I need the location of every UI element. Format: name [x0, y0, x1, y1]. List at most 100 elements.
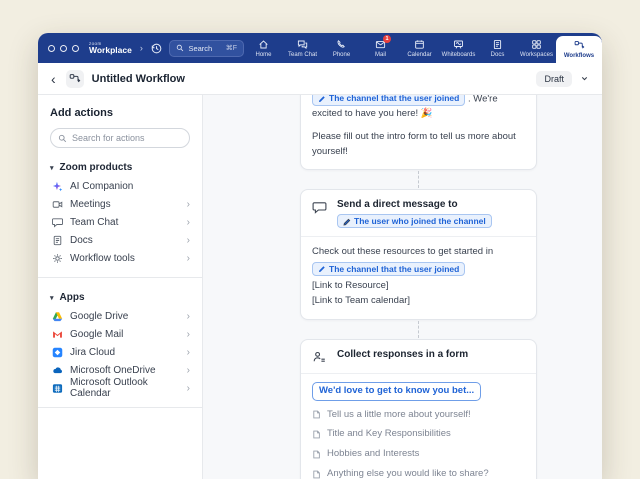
- whiteboard-icon: [453, 39, 464, 50]
- chevron-right-icon: ›: [187, 199, 190, 210]
- sidebar-title: Add actions: [50, 107, 190, 119]
- workflow-header: ‹ Untitled Workflow Draft: [38, 63, 602, 95]
- form-person-icon: [312, 350, 327, 365]
- team-chat-icon: [297, 39, 308, 50]
- chevron-right-icon: ›: [187, 365, 190, 376]
- variable-chip[interactable]: The user who joined the channel: [337, 214, 492, 228]
- sidebar-item-meetings[interactable]: Meetings ›: [50, 195, 190, 213]
- welcome-message-body: The channel that the user joined . We're…: [301, 95, 536, 169]
- workflow-icon: [69, 73, 81, 85]
- sidebar-item-google-drive[interactable]: Google Drive ›: [50, 307, 190, 325]
- nav-item-home[interactable]: Home: [244, 33, 283, 63]
- search-shortcut: ⌘F: [226, 44, 237, 52]
- window-close-button[interactable]: [48, 45, 55, 52]
- sidebar-item-workflow-tools[interactable]: Workflow tools ›: [50, 249, 190, 267]
- step-card-welcome-message[interactable]: The channel that the user joined . We're…: [300, 95, 537, 170]
- logo-workplace-text: Workplace: [89, 46, 132, 55]
- chevron-down-icon[interactable]: [580, 74, 589, 83]
- home-icon: [258, 39, 269, 50]
- sidebar-item-microsoft-outlook-calendar[interactable]: Microsoft Outlook Calendar ›: [50, 379, 190, 397]
- content-area: Add actions Search for actions ▾ Zoom pr…: [38, 95, 602, 479]
- page-icon: [312, 430, 321, 439]
- jira-cloud-icon: [52, 347, 63, 358]
- body-text: [Link to Team calendar]: [312, 294, 525, 309]
- step-connector: [418, 321, 419, 338]
- sidebar-item-ai-companion[interactable]: AI Companion: [50, 177, 190, 195]
- form-question: Tell us a little more about yourself!: [312, 408, 525, 423]
- chevron-right-icon: ›: [187, 235, 190, 246]
- form-question: Hobbies and Interests: [312, 447, 525, 462]
- card-title: Send a direct message to: [337, 199, 492, 210]
- page-title: Untitled Workflow: [92, 73, 185, 85]
- actions-search-input[interactable]: Search for actions: [50, 128, 190, 148]
- workflow-type-badge: [66, 70, 84, 88]
- nav-item-mail[interactable]: 1 Mail: [361, 33, 400, 63]
- card-header: Collect responses in a form: [301, 340, 536, 373]
- pencil-icon: [343, 218, 351, 226]
- docs-icon: [492, 39, 503, 50]
- nav-item-calendar[interactable]: Calendar: [400, 33, 439, 63]
- pencil-icon: [318, 95, 326, 103]
- back-button[interactable]: ‹: [51, 72, 56, 86]
- add-actions-sidebar: Add actions Search for actions ▾ Zoom pr…: [38, 95, 203, 479]
- calendar-icon: [414, 39, 425, 50]
- form-question: Anything else you would like to share?: [312, 467, 525, 479]
- window-minimize-button[interactable]: [60, 45, 67, 52]
- chevron-right-icon[interactable]: ›: [140, 43, 143, 53]
- workspaces-icon: [531, 39, 542, 50]
- search-placeholder: Search: [188, 44, 212, 53]
- nav-item-workspaces[interactable]: Workspaces: [517, 33, 556, 63]
- sidebar-item-google-mail[interactable]: Google Mail ›: [50, 325, 190, 343]
- team-chat-icon: [52, 217, 63, 228]
- chat-bubble-icon: [312, 200, 327, 215]
- card-title: Collect responses in a form: [337, 349, 468, 360]
- status-badge[interactable]: Draft: [536, 71, 572, 87]
- sidebar-item-jira-cloud[interactable]: Jira Cloud ›: [50, 343, 190, 361]
- window-controls[interactable]: [48, 45, 79, 52]
- chevron-right-icon: ›: [187, 253, 190, 264]
- chevron-right-icon: ›: [187, 329, 190, 340]
- meetings-icon: [52, 199, 63, 210]
- workflow-steps: The channel that the user joined . We're…: [300, 95, 537, 479]
- onedrive-icon: [52, 365, 63, 376]
- form-title-chip[interactable]: We'd love to get to know you bet...: [312, 382, 481, 401]
- section-apps[interactable]: ▾ Apps: [50, 292, 190, 303]
- chevron-right-icon: ›: [187, 217, 190, 228]
- step-card-direct-message[interactable]: Send a direct message to The user who jo…: [300, 189, 537, 319]
- google-drive-icon: [52, 311, 63, 322]
- step-card-collect-form[interactable]: Collect responses in a form We'd love to…: [300, 339, 537, 479]
- google-mail-icon: [52, 329, 63, 340]
- actions-search-placeholder: Search for actions: [72, 133, 145, 143]
- sidebar-item-docs[interactable]: Docs ›: [50, 231, 190, 249]
- nav-item-docs[interactable]: Docs: [478, 33, 517, 63]
- global-search-input[interactable]: Search ⌘F: [169, 40, 244, 57]
- sidebar-divider: [38, 407, 202, 408]
- caret-down-icon: ▾: [50, 294, 54, 302]
- app-window: zoom Workplace › Search ⌘F Home: [38, 33, 602, 479]
- nav-item-whiteboards[interactable]: Whiteboards: [439, 33, 478, 63]
- window-zoom-button[interactable]: [72, 45, 79, 52]
- chevron-right-icon: ›: [187, 383, 190, 394]
- page-icon: [312, 410, 321, 419]
- search-icon: [58, 134, 67, 143]
- welcome-line2: Please fill out the intro form to tell u…: [312, 130, 525, 159]
- nav-item-team-chat[interactable]: Team Chat: [283, 33, 322, 63]
- chevron-right-icon: ›: [187, 311, 190, 322]
- mail-unread-badge: 1: [383, 35, 391, 43]
- docs-icon: [52, 235, 63, 246]
- sidebar-divider: [38, 277, 202, 278]
- section-zoom-products[interactable]: ▾ Zoom products: [50, 162, 190, 173]
- variable-chip[interactable]: The channel that the user joined: [312, 95, 465, 106]
- sidebar-item-team-chat[interactable]: Team Chat ›: [50, 213, 190, 231]
- workflow-canvas: The channel that the user joined . We're…: [203, 95, 602, 479]
- chevron-right-icon: ›: [187, 347, 190, 358]
- search-icon: [176, 44, 184, 52]
- card-header: Send a direct message to The user who jo…: [301, 190, 536, 236]
- page-icon: [312, 450, 321, 459]
- history-icon[interactable]: [150, 41, 163, 56]
- nav-item-phone[interactable]: Phone: [322, 33, 361, 63]
- caret-down-icon: ▾: [50, 164, 54, 172]
- variable-chip[interactable]: The channel that the user joined: [312, 262, 465, 276]
- nav-item-workflows-active[interactable]: Workflows: [556, 36, 602, 63]
- nav-items: Home Team Chat Phone 1 Mail: [244, 33, 602, 63]
